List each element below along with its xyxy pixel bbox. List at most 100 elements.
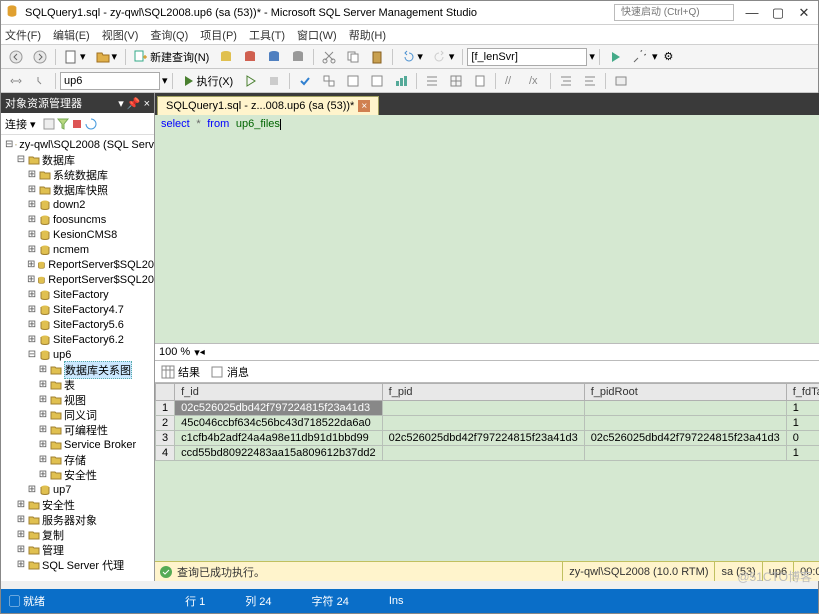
tree-node[interactable]: ⊞SiteFactory6.2 — [5, 332, 154, 347]
grid-cell[interactable] — [584, 416, 786, 431]
grid-cell[interactable]: 02c526025dbd42f797224815f23a41d3 — [382, 431, 584, 446]
menu-view[interactable]: 视图(V) — [102, 27, 139, 43]
text-result-button[interactable] — [421, 72, 443, 90]
menu-edit[interactable]: 编辑(E) — [53, 27, 90, 43]
db-red-button[interactable] — [239, 48, 261, 66]
debug-button[interactable] — [239, 72, 261, 90]
comment-button[interactable]: // — [500, 72, 522, 90]
pin-icon[interactable]: ▾ 📌 × — [118, 97, 150, 110]
uncomment-button[interactable]: /x — [524, 72, 546, 90]
row-number[interactable]: 2 — [156, 416, 175, 431]
grid-cell[interactable]: c1cfb4b2adf24a4a98e11db91d1bbd99 — [175, 431, 383, 446]
row-number[interactable]: 4 — [156, 446, 175, 461]
parse-button[interactable] — [294, 72, 316, 90]
tree-node[interactable]: ⊞up7 — [5, 482, 154, 497]
col-header[interactable]: f_fdTask — [786, 384, 819, 401]
file-tab[interactable]: SQLQuery1.sql - z...008.up6 (sa (53))* × — [157, 96, 379, 115]
tree-node[interactable]: ⊞SiteFactory — [5, 287, 154, 302]
row-number[interactable]: 1 — [156, 401, 175, 416]
sync-icon[interactable] — [84, 117, 98, 131]
zoom-level[interactable]: 100 % — [159, 346, 190, 358]
tree-node[interactable]: ⊟数据库 — [5, 152, 154, 167]
tree-node[interactable]: ⊞SQL Server 代理 — [5, 557, 154, 572]
run-button[interactable] — [604, 48, 626, 66]
menu-tools[interactable]: 工具(T) — [249, 27, 285, 43]
tree-node[interactable]: ⊞数据库关系图 — [5, 362, 154, 377]
tree-node[interactable]: ⊞表 — [5, 377, 154, 392]
tree-node[interactable]: ⊞ncmem — [5, 242, 154, 257]
tree-node[interactable]: ⊞系统数据库 — [5, 167, 154, 182]
db-gray-button[interactable] — [287, 48, 309, 66]
grid-cell[interactable]: ccd55bd80922483aa15a809612b37dd2 — [175, 446, 383, 461]
execute-button[interactable]: 执行(X) — [177, 71, 238, 91]
nav-fwd-button[interactable] — [29, 48, 51, 66]
maximize-button[interactable]: ▢ — [768, 5, 788, 21]
tree-node[interactable]: ⊞ReportServer$SQL20 — [5, 257, 154, 272]
tree-node[interactable]: ⊞管理 — [5, 542, 154, 557]
tree-node[interactable]: ⊞同义词 — [5, 407, 154, 422]
menu-query[interactable]: 查询(Q) — [150, 27, 188, 43]
grid-cell[interactable]: 02c526025dbd42f797224815f23a41d3 — [175, 401, 383, 416]
refresh-icon[interactable] — [42, 117, 56, 131]
grid-cell[interactable]: 1 — [786, 446, 819, 461]
tree-node[interactable]: ⊞SiteFactory5.6 — [5, 317, 154, 332]
menu-file[interactable]: 文件(F) — [5, 27, 41, 43]
messages-tab[interactable]: 消息 — [210, 364, 249, 380]
tree-node[interactable]: ⊞复制 — [5, 527, 154, 542]
menu-window[interactable]: 窗口(W) — [297, 27, 337, 43]
stop-button[interactable] — [263, 72, 285, 90]
new-query-button[interactable]: 新建查询(N) — [130, 47, 213, 67]
change-conn-button[interactable] — [29, 72, 51, 90]
grid-cell[interactable]: 45c046ccbf634c56bc43d718522da6a0 — [175, 416, 383, 431]
file-result-button[interactable] — [469, 72, 491, 90]
tree-node[interactable]: ⊞foosuncms — [5, 212, 154, 227]
settings-icon[interactable]: ⚙ — [659, 48, 677, 65]
menu-project[interactable]: 项目(P) — [200, 27, 237, 43]
grid-cell[interactable] — [382, 401, 584, 416]
grid-cell[interactable]: 02c526025dbd42f797224815f23a41d3 — [584, 431, 786, 446]
tree-node[interactable]: ⊞Service Broker — [5, 437, 154, 452]
paste-button[interactable] — [366, 48, 388, 66]
open-button[interactable]: ▾ — [92, 48, 122, 66]
grid-cell[interactable] — [382, 446, 584, 461]
estplan-button[interactable] — [318, 72, 340, 90]
copy-button[interactable] — [342, 48, 364, 66]
quick-launch-input[interactable] — [614, 4, 734, 21]
grid-cell[interactable] — [382, 416, 584, 431]
tree-node[interactable]: ⊞数据库快照 — [5, 182, 154, 197]
redo-button[interactable]: ▾ — [429, 48, 459, 66]
actualplan-button[interactable] — [366, 72, 388, 90]
results-tab[interactable]: 结果 — [161, 364, 200, 380]
tree-node[interactable]: ⊞SiteFactory4.7 — [5, 302, 154, 317]
col-header[interactable]: f_id — [175, 384, 383, 401]
filter-icon[interactable] — [56, 117, 70, 131]
nav-back-button[interactable] — [5, 48, 27, 66]
sql-editor[interactable]: select * from up6_files ✦ – ▾ — [155, 115, 819, 343]
tree-node[interactable]: ⊞down2 — [5, 197, 154, 212]
minimize-button[interactable]: — — [742, 5, 762, 21]
tree-node[interactable]: ⊞安全性 — [5, 497, 154, 512]
grid-cell[interactable]: 1 — [786, 401, 819, 416]
tree-node[interactable]: ⊞服务器对象 — [5, 512, 154, 527]
new-file-button[interactable]: ▾ — [60, 48, 90, 66]
tree-node[interactable]: ⊞ReportServer$SQL20 — [5, 272, 154, 287]
row-number[interactable]: 3 — [156, 431, 175, 446]
results-grid[interactable]: f_idf_pidf_pidRootf_fdTaskf_fdCh 102c526… — [155, 383, 819, 461]
col-header[interactable]: f_pid — [382, 384, 584, 401]
grid-cell[interactable] — [584, 401, 786, 416]
reconnect-button[interactable] — [5, 72, 27, 90]
tree-node[interactable]: ⊞安全性 — [5, 467, 154, 482]
specify-button[interactable] — [610, 72, 632, 90]
grid-cell[interactable]: 0 — [786, 431, 819, 446]
cut-button[interactable] — [318, 48, 340, 66]
col-header[interactable]: f_pidRoot — [584, 384, 786, 401]
undo-button[interactable]: ▾ — [397, 48, 427, 66]
tree-node[interactable]: ⊟zy-qwl\SQL2008 (SQL Serv — [5, 137, 154, 152]
tree-node[interactable]: ⊞可编程性 — [5, 422, 154, 437]
grid-cell[interactable] — [584, 446, 786, 461]
connect-button[interactable]: 连接 ▾ — [5, 116, 36, 132]
tools-button[interactable] — [628, 48, 650, 66]
menu-help[interactable]: 帮助(H) — [349, 27, 386, 43]
stop-icon[interactable] — [70, 117, 84, 131]
db-blue-button[interactable] — [263, 48, 285, 66]
